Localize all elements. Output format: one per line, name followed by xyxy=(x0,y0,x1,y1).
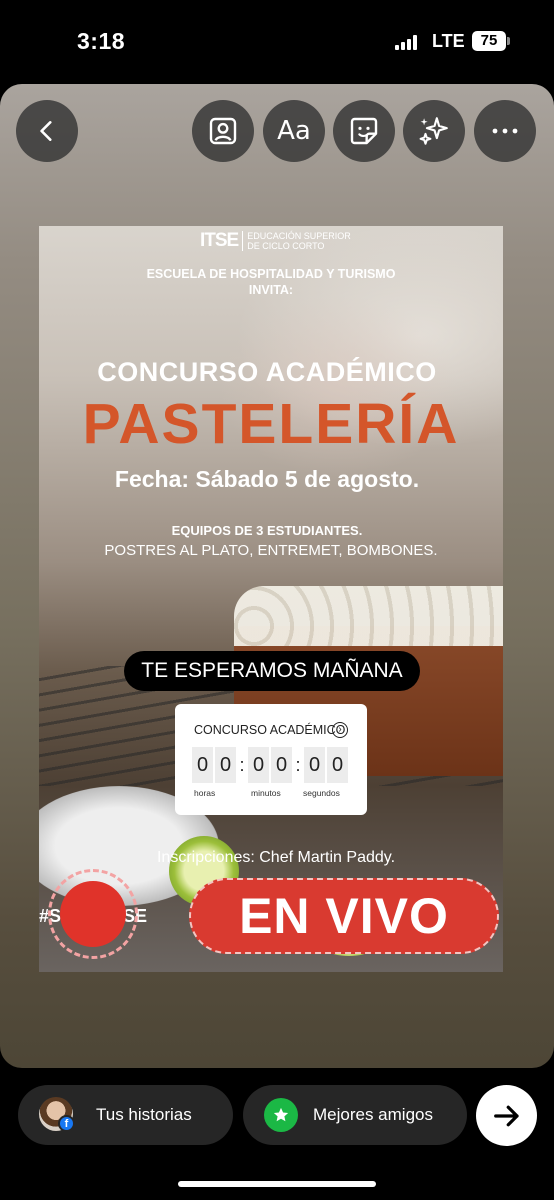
close-friends-label: Mejores amigos xyxy=(313,1105,433,1124)
chevron-right-circle-icon: › xyxy=(332,722,348,738)
close-friends-button[interactable]: Mejores amigos xyxy=(243,1085,467,1145)
school-name: ESCUELA DE HOSPITALIDAD Y TURISMO INVITA… xyxy=(146,267,396,297)
headline: PASTELERÍA xyxy=(82,392,460,456)
more-options-button[interactable] xyxy=(474,100,536,162)
story-editor: Aa ITSE EDUCACIÓN SUPERIOR DE CICLO CORT… xyxy=(0,84,554,1068)
countdown-digit: 0 xyxy=(271,747,292,783)
sticker-icon xyxy=(350,117,378,145)
countdown-digit: 0 xyxy=(192,747,213,783)
home-indicator[interactable] xyxy=(178,1181,376,1187)
countdown-label-seconds: segundos xyxy=(303,788,340,798)
battery-icon: 75 xyxy=(472,31,506,51)
countdown-digits: 0 0 : 0 0 : 0 0 xyxy=(192,747,350,783)
your-story-button[interactable]: f Tus historias xyxy=(18,1085,233,1145)
sticker-button[interactable] xyxy=(333,100,395,162)
countdown-label-minutes: minutos xyxy=(251,788,281,798)
status-time: 3:18 xyxy=(77,28,126,54)
sparkles-icon xyxy=(419,117,448,145)
live-sticker[interactable]: EN VIVO xyxy=(189,878,499,954)
text-sticker[interactable]: TE ESPERAMOS MAÑANA xyxy=(124,651,420,691)
registration-text: Inscripciones: Chef Martin Paddy. xyxy=(156,849,396,866)
person-frame-icon xyxy=(209,117,237,145)
itse-logo: ITSE EDUCACIÓN SUPERIOR DE CICLO CORTO xyxy=(200,229,351,253)
countdown-digit: 0 xyxy=(327,747,348,783)
countdown-separator: : xyxy=(239,754,245,775)
cream-topping xyxy=(234,586,503,646)
categories-text: POSTRES AL PLATO, ENTREMET, BOMBONES. xyxy=(104,542,438,559)
battery-tip xyxy=(507,37,510,45)
countdown-separator: : xyxy=(295,754,301,775)
contest-title: CONCURSO ACADÉMICO xyxy=(97,357,437,387)
more-icon xyxy=(492,128,518,134)
status-bar: 3:18 LTE 75 xyxy=(0,0,554,84)
story-image[interactable]: ITSE EDUCACIÓN SUPERIOR DE CICLO CORTO E… xyxy=(39,226,503,972)
tag-people-button[interactable] xyxy=(192,100,254,162)
countdown-label-hours: horas xyxy=(194,788,216,798)
countdown-digit: 0 xyxy=(215,747,236,783)
star-icon xyxy=(264,1098,298,1132)
your-story-label: Tus historias xyxy=(96,1105,192,1124)
countdown-sticker[interactable]: CONCURSO ACADÉMICO › 0 0 : 0 0 : 0 0 hor… xyxy=(175,704,367,815)
text-tool-button[interactable]: Aa xyxy=(263,100,325,162)
network-type: LTE xyxy=(432,31,465,51)
event-date: Fecha: Sábado 5 de agosto. xyxy=(114,466,420,492)
logo-text: EDUCACIÓN SUPERIOR DE CICLO CORTO xyxy=(242,231,351,251)
countdown-digit: 0 xyxy=(248,747,269,783)
countdown-title: CONCURSO ACADÉMICO xyxy=(194,723,346,737)
logo-mark: ITSE xyxy=(200,230,239,251)
back-button[interactable] xyxy=(16,100,78,162)
arrow-right-icon xyxy=(493,1105,519,1126)
countdown-digit: 0 xyxy=(304,747,325,783)
facebook-icon: f xyxy=(58,1115,75,1132)
record-icon[interactable] xyxy=(60,881,126,947)
teams-text: EQUIPOS DE 3 ESTUDIANTES. xyxy=(171,523,363,538)
chevron-left-icon xyxy=(40,121,52,141)
cellular-signal-icon xyxy=(395,34,421,50)
effects-button[interactable] xyxy=(403,100,465,162)
send-button[interactable] xyxy=(476,1085,537,1146)
text-icon: Aa xyxy=(277,116,311,146)
